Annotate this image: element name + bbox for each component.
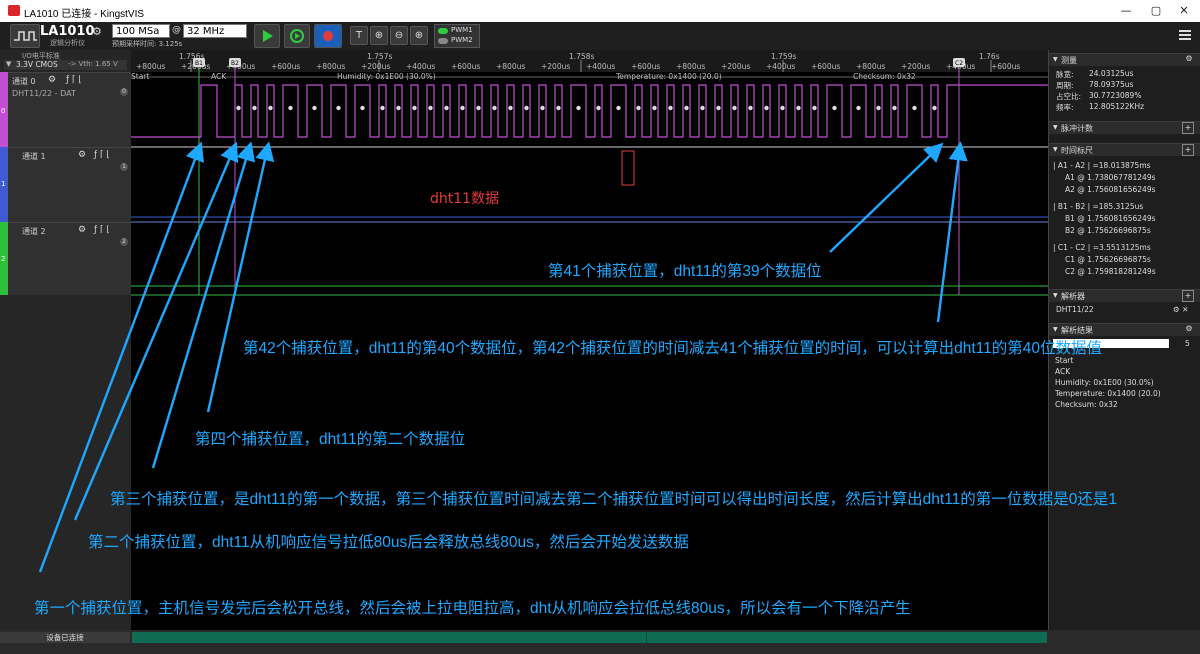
arrow-41 bbox=[829, 142, 944, 253]
arrow-42 bbox=[936, 141, 968, 323]
annotation-41: 第41个捕获位置，dht11的第39个数据位 bbox=[548, 263, 822, 280]
annotation-1: 第一个捕获位置，主机信号发完后会松开总线，然后会被上拉电阻拉高，dht从机响应会… bbox=[34, 600, 911, 617]
annotation-3: 第三个捕获位置，是dht11的第一个数据，第三个捕获位置时间减去第二个捕获位置时… bbox=[110, 491, 1118, 508]
annotation-2: 第二个捕获位置，dht11从机响应信号拉低80us后会释放总线80us，然后会开… bbox=[88, 534, 689, 551]
annotation-4: 第四个捕获位置，dht11的第二个数据位 bbox=[195, 431, 466, 448]
annotation-42: 第42个捕获位置，dht11的第40个数据位，第42个捕获位置的时间减去41个捕… bbox=[243, 340, 1102, 357]
annotation-arrows bbox=[38, 141, 968, 573]
arrow-3 bbox=[151, 141, 256, 469]
